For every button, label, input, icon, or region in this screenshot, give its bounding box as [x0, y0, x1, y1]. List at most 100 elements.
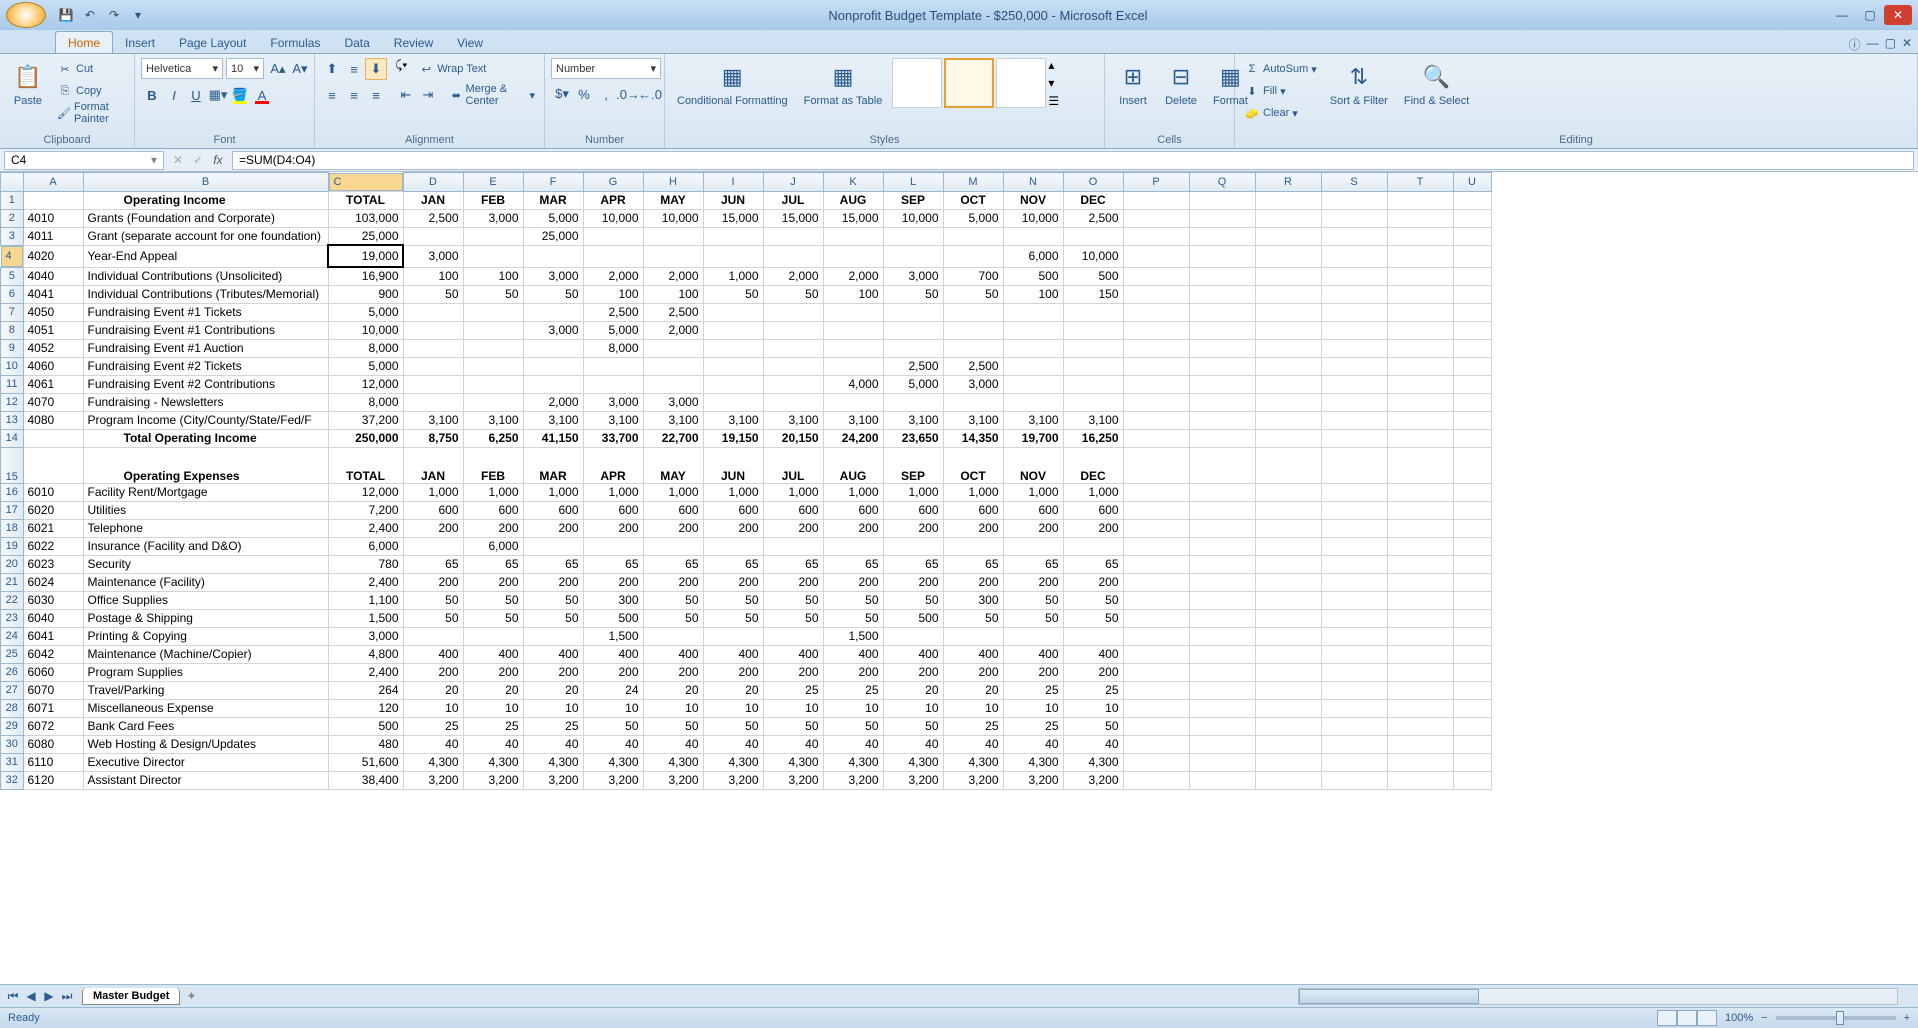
cell[interactable]: 50 [823, 591, 883, 609]
cell[interactable]: 200 [763, 519, 823, 537]
cell[interactable]: 50 [1003, 591, 1063, 609]
cell[interactable]: 40 [823, 735, 883, 753]
cell[interactable] [1189, 627, 1255, 645]
cell[interactable]: 4020 [23, 245, 83, 267]
cell[interactable]: 400 [643, 645, 703, 663]
cell[interactable] [1189, 393, 1255, 411]
cell[interactable]: 10,000 [643, 209, 703, 227]
cell[interactable]: 6042 [23, 645, 83, 663]
cell[interactable]: APR [583, 191, 643, 209]
row-header-21[interactable]: 21 [1, 573, 24, 591]
cell[interactable]: Miscellaneous Expense [83, 699, 328, 717]
cell[interactable]: 50 [703, 609, 763, 627]
cell[interactable] [1453, 393, 1491, 411]
cell[interactable]: 50 [883, 285, 943, 303]
cell[interactable]: 4,300 [823, 753, 883, 771]
bold-button[interactable]: B [141, 84, 163, 106]
cell[interactable]: 50 [523, 609, 583, 627]
cell[interactable]: 25,000 [523, 227, 583, 245]
cell[interactable] [1453, 447, 1491, 483]
cell[interactable] [1387, 591, 1453, 609]
cell[interactable] [1255, 429, 1321, 447]
cell[interactable]: 1,500 [328, 609, 403, 627]
cell[interactable] [1123, 735, 1189, 753]
cell[interactable]: Fundraising Event #1 Contributions [83, 321, 328, 339]
cell[interactable]: Web Hosting & Design/Updates [83, 735, 328, 753]
cell[interactable]: 6024 [23, 573, 83, 591]
cell[interactable]: 19,700 [1003, 429, 1063, 447]
cell[interactable]: 1,500 [823, 627, 883, 645]
col-header-R[interactable]: R [1255, 173, 1321, 192]
cell[interactable]: 600 [643, 501, 703, 519]
cell[interactable] [403, 321, 463, 339]
cell[interactable] [1387, 209, 1453, 227]
row-header-16[interactable]: 16 [1, 483, 24, 501]
cell[interactable]: 50 [643, 591, 703, 609]
cell[interactable]: 50 [643, 609, 703, 627]
cell[interactable] [463, 393, 523, 411]
tab-page-layout[interactable]: Page Layout [167, 32, 258, 53]
cell[interactable] [883, 627, 943, 645]
cell[interactable]: Bank Card Fees [83, 717, 328, 735]
cell[interactable]: 6060 [23, 663, 83, 681]
cell[interactable] [823, 321, 883, 339]
cell[interactable]: AUG [823, 191, 883, 209]
cell[interactable] [1189, 303, 1255, 321]
cell[interactable] [1123, 303, 1189, 321]
cell[interactable]: 400 [763, 645, 823, 663]
cell[interactable]: 1,000 [523, 483, 583, 501]
cell[interactable] [403, 627, 463, 645]
cell[interactable]: 200 [943, 663, 1003, 681]
cell[interactable]: 780 [328, 555, 403, 573]
cell[interactable]: Grants (Foundation and Corporate) [83, 209, 328, 227]
cell[interactable]: 24,200 [823, 429, 883, 447]
row-header-12[interactable]: 12 [1, 393, 24, 411]
cell[interactable] [1123, 555, 1189, 573]
cell[interactable]: 50 [1063, 609, 1123, 627]
cell[interactable]: 3,200 [943, 771, 1003, 789]
cell[interactable]: 6022 [23, 537, 83, 555]
cell[interactable]: 150 [1063, 285, 1123, 303]
cell[interactable]: 25 [403, 717, 463, 735]
row-header-22[interactable]: 22 [1, 591, 24, 609]
cell[interactable]: AUG [823, 447, 883, 483]
cell[interactable] [1321, 339, 1387, 357]
cell[interactable] [1123, 393, 1189, 411]
cell[interactable] [1123, 375, 1189, 393]
cell[interactable]: 5,000 [328, 357, 403, 375]
cell[interactable] [523, 375, 583, 393]
cell[interactable] [1255, 357, 1321, 375]
tab-review[interactable]: Review [382, 32, 445, 53]
cell[interactable]: JUL [763, 191, 823, 209]
tab-nav-prev-button[interactable]: ◀ [22, 987, 40, 1005]
cell[interactable] [1255, 191, 1321, 209]
cell[interactable] [943, 245, 1003, 267]
cell[interactable]: 1,000 [1003, 483, 1063, 501]
cell[interactable] [943, 321, 1003, 339]
cell[interactable]: 4,300 [643, 753, 703, 771]
scroll-thumb[interactable] [1299, 989, 1479, 1004]
cell[interactable]: 500 [1003, 267, 1063, 285]
cell[interactable]: 65 [583, 555, 643, 573]
cell[interactable]: 10 [943, 699, 1003, 717]
cell[interactable] [1063, 537, 1123, 555]
cell[interactable] [823, 245, 883, 267]
row-header-15[interactable]: 15 [1, 447, 24, 483]
cell[interactable]: 10 [1063, 699, 1123, 717]
cell[interactable]: 50 [703, 591, 763, 609]
cell[interactable]: 2,500 [403, 209, 463, 227]
row-header-25[interactable]: 25 [1, 645, 24, 663]
cell[interactable]: 4,300 [703, 753, 763, 771]
cell[interactable]: 1,100 [328, 591, 403, 609]
cell[interactable] [1255, 285, 1321, 303]
cell[interactable]: 50 [703, 285, 763, 303]
cell[interactable] [883, 393, 943, 411]
cell[interactable]: 2,400 [328, 663, 403, 681]
cell[interactable] [1255, 209, 1321, 227]
cell[interactable] [1453, 483, 1491, 501]
cell[interactable] [883, 339, 943, 357]
cell[interactable] [583, 227, 643, 245]
cell[interactable] [703, 627, 763, 645]
cell[interactable] [1123, 321, 1189, 339]
cell[interactable]: 10,000 [583, 209, 643, 227]
